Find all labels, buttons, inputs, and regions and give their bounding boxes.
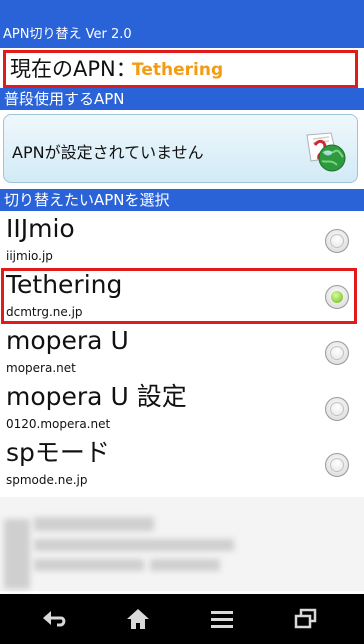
current-apn-label: 現在のAPN： bbox=[10, 57, 137, 81]
radio-button[interactable] bbox=[325, 341, 349, 365]
apn-item-iijmio[interactable]: IIJmio iijmio.jp bbox=[0, 212, 364, 268]
menu-icon[interactable] bbox=[204, 602, 240, 636]
apn-host: 0120.mopera.net bbox=[6, 417, 111, 431]
back-icon[interactable] bbox=[36, 602, 72, 636]
apn-item-mopera-u[interactable]: mopera U mopera.net bbox=[0, 324, 364, 380]
recent-apps-icon[interactable] bbox=[288, 602, 324, 636]
apn-item-sp-mode[interactable]: spモード spmode.ne.jp bbox=[0, 436, 364, 492]
apn-host: mopera.net bbox=[6, 361, 76, 375]
current-apn-value: Tethering bbox=[132, 60, 224, 80]
apn-name: IIJmio bbox=[6, 214, 75, 243]
radio-button[interactable] bbox=[325, 453, 349, 477]
usual-apn-text: APNが設定されていません bbox=[12, 143, 204, 162]
usual-apn-card[interactable]: APNが設定されていません bbox=[3, 114, 358, 183]
home-icon[interactable] bbox=[120, 602, 156, 636]
selected-highlight bbox=[1, 268, 357, 324]
blurred-ad-area bbox=[0, 497, 364, 591]
radio-button[interactable] bbox=[325, 397, 349, 421]
apn-host: spmode.ne.jp bbox=[6, 473, 88, 487]
apn-name: mopera U bbox=[6, 326, 129, 355]
apn-name: spモード bbox=[6, 438, 110, 467]
radio-button[interactable] bbox=[325, 229, 349, 253]
apn-settings-globe-icon bbox=[301, 127, 349, 175]
title-bar: APN切り替え Ver 2.0 bbox=[0, 0, 364, 48]
app-title: APN切り替え Ver 2.0 bbox=[3, 27, 132, 42]
current-apn-box: 現在のAPN： Tethering bbox=[3, 50, 358, 88]
section-usual-apn: 普段使用するAPN bbox=[0, 88, 364, 110]
section-select-apn: 切り替えたいAPNを選択 bbox=[0, 189, 364, 211]
apn-name: mopera U 設定 bbox=[6, 382, 187, 411]
navigation-bar bbox=[0, 594, 364, 644]
apn-item-mopera-u-settei[interactable]: mopera U 設定 0120.mopera.net bbox=[0, 380, 364, 436]
apn-host: iijmio.jp bbox=[6, 249, 53, 263]
